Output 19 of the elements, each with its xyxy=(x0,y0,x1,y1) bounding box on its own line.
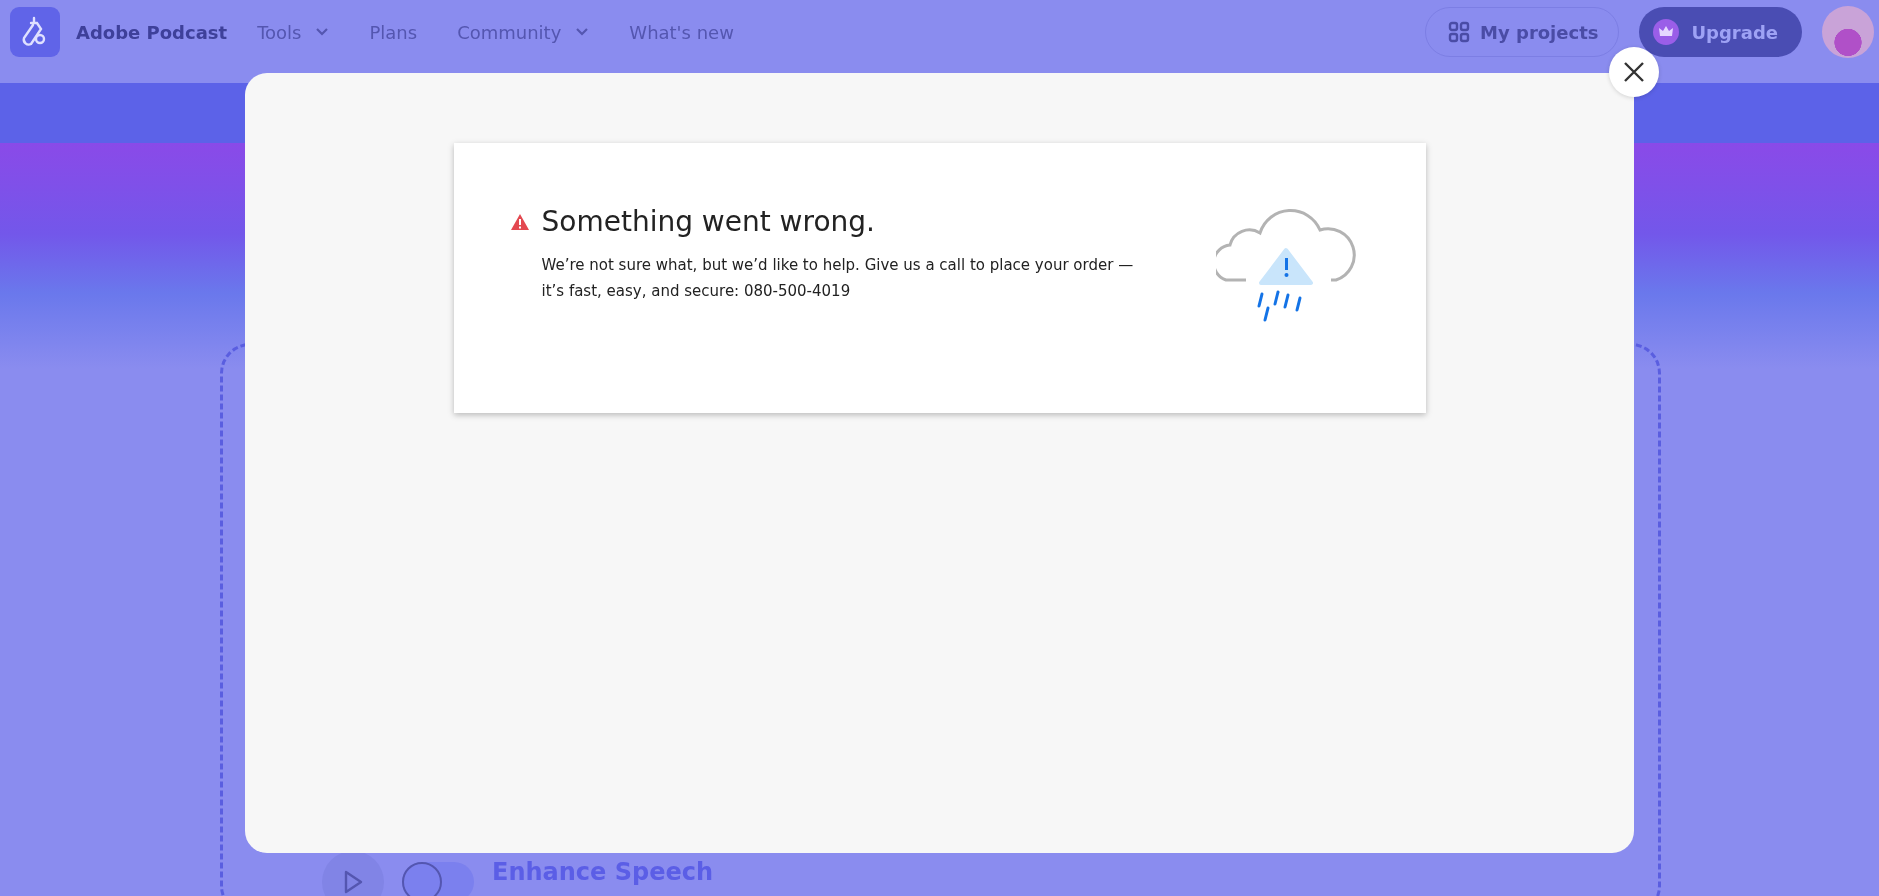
chevron-down-icon[interactable] xyxy=(575,27,590,37)
error-message: We’re not sure what, but we’d like to help. Give us a call to place your order — it’s fast, easy, and secure: 080-500-4019 xyxy=(541,255,1135,302)
nav-link[interactable]: Tools xyxy=(257,21,330,43)
upgrade-button[interactable]: Upgrade xyxy=(1639,7,1802,57)
nav-link[interactable]: Community xyxy=(457,21,590,43)
chevron-down-icon[interactable] xyxy=(315,27,330,37)
grid-icon xyxy=(1448,21,1471,43)
nav-link[interactable]: What's new xyxy=(629,21,734,43)
my-projects-button[interactable]: My projects xyxy=(1425,7,1620,57)
close-icon xyxy=(1623,61,1645,83)
brand-name[interactable]: Adobe Podcast xyxy=(76,21,228,43)
avatar[interactable] xyxy=(1822,6,1874,58)
crown-icon xyxy=(1653,19,1680,45)
logo-icon[interactable] xyxy=(10,7,60,57)
play-icon xyxy=(342,869,364,895)
toggle-switch[interactable] xyxy=(402,862,474,896)
nav-link[interactable]: Plans xyxy=(369,21,418,43)
error-title: Something went wrong. xyxy=(541,205,875,238)
warning-icon xyxy=(509,212,530,231)
